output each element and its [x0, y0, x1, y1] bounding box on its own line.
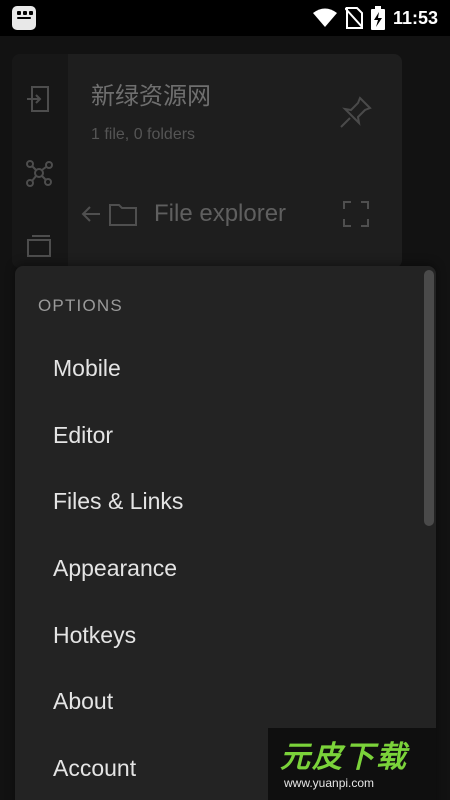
scrollbar[interactable] — [424, 270, 434, 526]
options-menu: OPTIONS Mobile Editor Files & Links Appe… — [15, 266, 436, 800]
vault-name: 新绿资源网 — [91, 82, 211, 110]
slides-icon[interactable] — [24, 232, 54, 262]
battery-charging-icon — [370, 6, 385, 30]
watermark: 元皮下载 www.yuanpi.com — [268, 728, 436, 800]
status-bar: 11:53 — [0, 0, 450, 36]
watermark-text: 元皮下载 — [280, 740, 408, 775]
graph-view-icon[interactable] — [24, 158, 54, 188]
status-indicators: 11:53 — [312, 6, 438, 30]
menu-item-appearance[interactable]: Appearance — [15, 535, 420, 602]
menu-item-editor[interactable]: Editor — [15, 402, 420, 469]
no-sim-icon — [344, 7, 363, 29]
menu-item-files-links[interactable]: Files & Links — [15, 468, 420, 535]
file-explorer-panel: 新绿资源网 1 file, 0 folders File explorer — [12, 54, 402, 268]
options-header: OPTIONS — [38, 296, 123, 315]
menu-item-about[interactable]: About — [15, 668, 420, 735]
explorer-title: File explorer — [154, 200, 287, 227]
watermark-url: www.yuanpi.com — [284, 776, 375, 790]
folder-icon — [109, 204, 137, 226]
menu-item-hotkeys[interactable]: Hotkeys — [15, 602, 420, 669]
screen: 11:53 新绿资源网 1 file, 0 folders File explo… — [0, 0, 450, 800]
explorer-nav: File explorer — [80, 196, 286, 232]
clock: 11:53 — [392, 7, 438, 28]
back-arrow-icon[interactable] — [80, 204, 102, 224]
notification-app-icon — [12, 6, 36, 30]
ribbon — [12, 54, 68, 268]
menu-item-mobile[interactable]: Mobile — [15, 335, 420, 402]
pin-icon[interactable] — [338, 94, 374, 130]
vault-summary: 1 file, 0 folders — [91, 126, 196, 143]
wifi-icon — [312, 8, 337, 27]
open-file-icon[interactable] — [24, 84, 54, 114]
expand-icon[interactable] — [342, 200, 370, 228]
